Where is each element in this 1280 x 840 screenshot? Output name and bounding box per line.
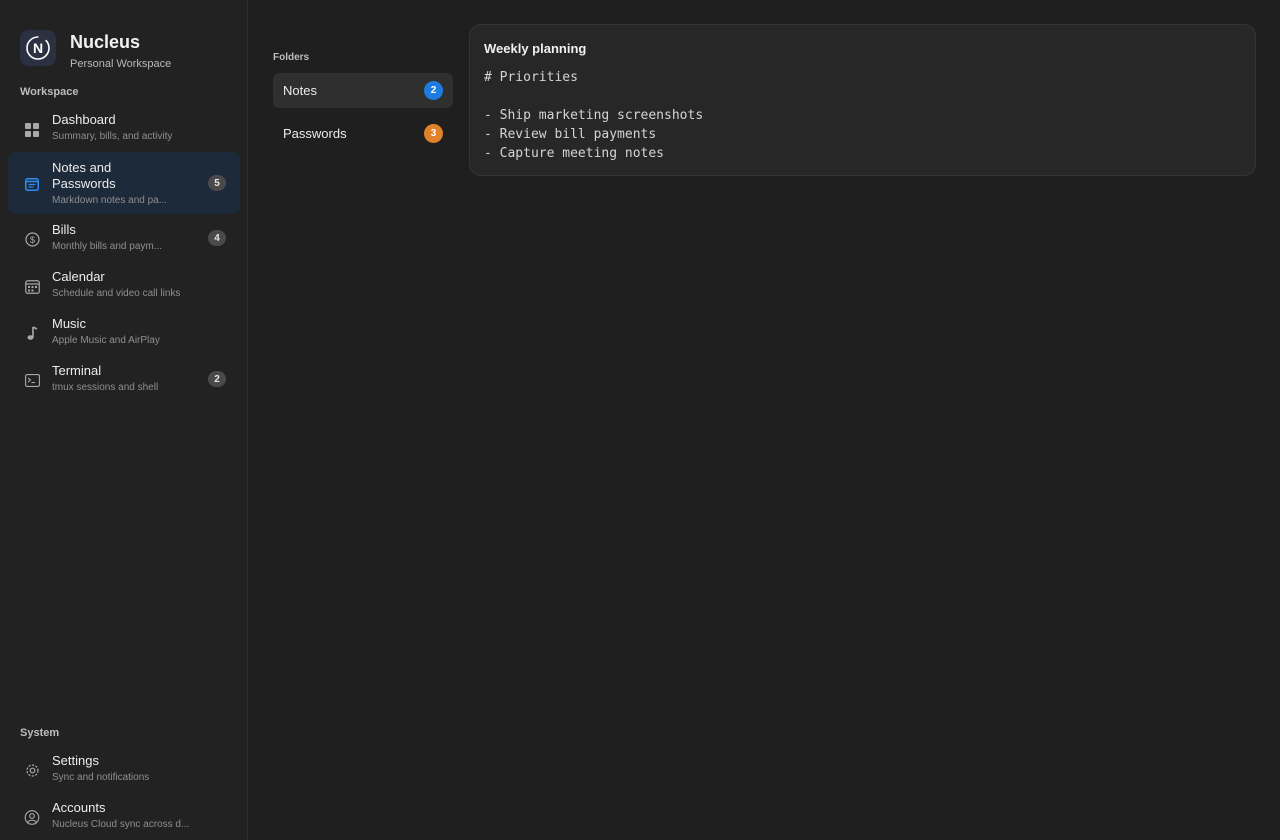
terminal-icon bbox=[24, 372, 40, 388]
sidebar-item-desc: Nucleus Cloud sync across d... bbox=[52, 819, 190, 830]
sidebar-item-title: Notes and Passwords bbox=[52, 160, 116, 191]
sidebar-item-calendar[interactable]: Calendar Schedule and video call links bbox=[8, 263, 240, 307]
folder-count-badge: 2 bbox=[424, 81, 443, 100]
sidebar-item-title: Settings bbox=[52, 753, 99, 768]
sidebar-item-title: Calendar bbox=[52, 269, 105, 284]
sidebar-item-desc: Summary, bills, and activity bbox=[52, 131, 173, 142]
count-badge: 5 bbox=[208, 175, 226, 191]
sidebar-item-music[interactable]: Music Apple Music and AirPlay bbox=[8, 310, 240, 354]
workspace-section-label: Workspace bbox=[20, 86, 79, 98]
dollar-circle-icon: $ bbox=[24, 231, 40, 247]
sidebar-item-title: Terminal bbox=[52, 363, 102, 378]
sidebar-item-title: Dashboard bbox=[52, 112, 116, 127]
svg-text:N: N bbox=[33, 40, 43, 56]
workspace-name: Personal Workspace bbox=[70, 58, 172, 70]
accounts-icon bbox=[24, 809, 40, 825]
sidebar-item-desc: Markdown notes and pa... bbox=[52, 195, 168, 206]
note-card[interactable]: Weekly planning # Priorities - Ship mark… bbox=[469, 24, 1256, 176]
sidebar-item-desc: Sync and notifications bbox=[52, 772, 150, 783]
folder-passwords[interactable]: Passwords 3 bbox=[273, 116, 453, 151]
folders-section-label: Folders bbox=[273, 52, 310, 63]
nucleus-logo-icon: N bbox=[26, 36, 50, 60]
sidebar-item-dashboard[interactable]: Dashboard Summary, bills, and activity bbox=[8, 106, 240, 150]
folder-count-badge: 3 bbox=[424, 124, 443, 143]
system-section-label: System bbox=[20, 727, 60, 739]
sidebar-item-accounts[interactable]: Accounts Nucleus Cloud sync across d... bbox=[8, 794, 240, 838]
folder-name: Notes bbox=[283, 83, 317, 98]
sidebar-item-notes-and-passwords[interactable]: Notes and Passwords Markdown notes and p… bbox=[8, 152, 240, 214]
sidebar-item-bills[interactable]: $ Bills Monthly bills and paym... 4 bbox=[8, 216, 240, 260]
sidebar-item-title: Music bbox=[52, 316, 86, 331]
note-body[interactable]: # Priorities - Ship marketing screenshot… bbox=[484, 68, 703, 163]
sidebar-item-desc: Schedule and video call links bbox=[52, 288, 181, 299]
notes-icon bbox=[24, 176, 40, 192]
count-badge: 2 bbox=[208, 371, 226, 387]
folder-notes[interactable]: Notes 2 bbox=[273, 73, 453, 108]
sidebar: N Nucleus Personal Workspace Workspace D… bbox=[0, 0, 248, 840]
svg-text:$: $ bbox=[29, 235, 34, 245]
sidebar-item-title: Bills bbox=[52, 222, 76, 237]
brand: N Nucleus Personal Workspace bbox=[20, 30, 240, 74]
folder-name: Passwords bbox=[283, 126, 347, 141]
sidebar-item-settings[interactable]: Settings Sync and notifications bbox=[8, 747, 240, 791]
sidebar-item-desc: Monthly bills and paym... bbox=[52, 241, 163, 252]
music-note-icon bbox=[24, 325, 40, 341]
note-title: Weekly planning bbox=[484, 41, 587, 56]
gear-icon bbox=[24, 762, 40, 778]
count-badge: 4 bbox=[208, 230, 226, 246]
app-logo: N bbox=[20, 30, 56, 66]
calendar-icon bbox=[24, 278, 40, 294]
sidebar-item-terminal[interactable]: Terminal tmux sessions and shell 2 bbox=[8, 357, 240, 401]
app-window: N Nucleus Personal Workspace Workspace D… bbox=[0, 0, 1280, 840]
sidebar-item-title: Accounts bbox=[52, 800, 106, 815]
sidebar-item-desc: Apple Music and AirPlay bbox=[52, 335, 160, 346]
sidebar-item-desc: tmux sessions and shell bbox=[52, 382, 159, 393]
dashboard-grid-icon bbox=[24, 122, 40, 138]
app-name: Nucleus bbox=[70, 32, 141, 52]
